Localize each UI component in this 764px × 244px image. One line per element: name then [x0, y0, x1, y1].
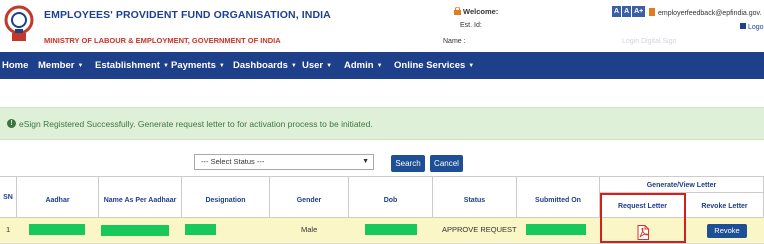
font-normal-button[interactable]: A: [622, 6, 632, 17]
col-header-sn: SN: [0, 176, 17, 218]
font-increase-button[interactable]: A+: [632, 6, 646, 17]
col-header-dob-label: Dob: [383, 197, 398, 204]
col-header-gender: Gender: [270, 176, 349, 218]
col-header-status: Status: [433, 176, 517, 218]
welcome-text: Welcome:: [463, 7, 499, 16]
caret-down-icon: ▼: [77, 63, 84, 69]
redacted-submitted-on: [526, 224, 586, 235]
revoke-button[interactable]: Revoke: [707, 224, 747, 238]
org-title: EMPLOYEES' PROVIDENT FUND ORGANISATION, …: [44, 9, 331, 21]
col-header-revoke-letter-label: Revoke Letter: [701, 203, 748, 210]
epfo-logo: [4, 5, 34, 41]
col-header-submitted-on-label: Submitted On: [535, 197, 581, 204]
caret-down-icon: ▼: [468, 63, 475, 69]
caret-down-icon: ▼: [376, 63, 383, 69]
mail-icon: [649, 8, 655, 16]
nav-home[interactable]: Home: [2, 60, 28, 71]
row-status: APPROVE REQUEST: [442, 225, 517, 234]
nav-online-services-label[interactable]: Online Services: [394, 60, 465, 71]
nav-member-label[interactable]: Member: [38, 60, 74, 71]
redacted-designation: [185, 224, 216, 235]
col-header-name-label: Name As Per Aadhaar: [103, 197, 177, 204]
col-header-designation-label: Designation: [205, 197, 246, 204]
logout-link[interactable]: Logo: [740, 23, 764, 31]
font-decrease-button[interactable]: A: [612, 6, 622, 17]
caret-down-icon: ▼: [290, 63, 297, 69]
feedback-email[interactable]: employerfeedback@epfindia.gov.: [649, 8, 761, 17]
col-header-aadhar: Aadhar: [17, 176, 99, 218]
ministry-label: MINISTRY OF LABOUR & EMPLOYMENT, GOVERNM…: [44, 36, 281, 45]
cancel-button[interactable]: Cancel: [430, 155, 463, 172]
row-sn: 1: [6, 225, 11, 234]
status-select[interactable]: --- Select Status --- ▼: [194, 154, 374, 170]
feedback-email-text[interactable]: employerfeedback@epfindia.gov.: [658, 10, 761, 17]
col-header-designation: Designation: [182, 176, 270, 218]
col-header-revoke-letter: Revoke Letter: [686, 193, 764, 218]
info-icon: !: [7, 119, 16, 128]
nav-establishment[interactable]: Establishment ▼: [95, 60, 169, 71]
nav-dashboards-label[interactable]: Dashboards: [233, 60, 288, 71]
alert-message: eSign Registered Successfully. Generate …: [19, 119, 373, 129]
col-header-status-label: Status: [463, 197, 486, 204]
nav-dashboards[interactable]: Dashboards ▼: [233, 60, 297, 71]
col-header-sn-label: SN: [3, 194, 13, 201]
nav-online-services[interactable]: Online Services ▼: [394, 60, 474, 71]
nav-user[interactable]: User ▼: [302, 60, 332, 71]
col-header-name: Name As Per Aadhaar: [99, 176, 182, 218]
col-header-group: Generate/View Letter: [600, 176, 764, 193]
row-gender: Male: [301, 225, 318, 234]
nav-admin-label[interactable]: Admin: [344, 60, 374, 71]
caret-down-icon: ▼: [326, 63, 333, 69]
col-header-group-label: Generate/View Letter: [646, 182, 717, 189]
est-id-label: Est. Id:: [460, 22, 482, 29]
redacted-name: [101, 225, 169, 236]
nav-member[interactable]: Member ▼: [38, 60, 83, 71]
success-alert: ! eSign Registered Successfully. Generat…: [0, 107, 764, 140]
caret-down-icon: ▼: [162, 63, 169, 69]
col-header-gender-label: Gender: [296, 197, 322, 204]
main-nav: Home Member ▼ Establishment ▼ Payments ▼ Da…: [0, 52, 764, 79]
caret-down-icon: ▼: [218, 63, 225, 69]
search-button[interactable]: Search: [391, 155, 425, 172]
pdf-icon[interactable]: [637, 225, 649, 240]
nav-admin[interactable]: Admin ▼: [344, 60, 383, 71]
font-size-buttons: A A A+: [612, 6, 646, 17]
nav-establishment-label[interactable]: Establishment: [95, 60, 160, 71]
nav-payments-label[interactable]: Payments: [171, 60, 216, 71]
redacted-dob: [365, 224, 417, 235]
redacted-aadhar: [29, 224, 85, 235]
site-header: EMPLOYEES' PROVIDENT FUND ORGANISATION, …: [0, 0, 764, 52]
nav-user-label[interactable]: User: [302, 60, 323, 71]
logout-icon: [740, 23, 746, 29]
col-header-aadhar-label: Aadhar: [45, 197, 70, 204]
chevron-down-icon: ▼: [362, 158, 369, 165]
col-header-dob: Dob: [349, 176, 433, 218]
lock-icon: [454, 7, 461, 15]
nav-home-label[interactable]: Home: [2, 60, 28, 71]
status-select-value: --- Select Status ---: [201, 157, 265, 166]
welcome-label: Welcome:: [454, 7, 498, 16]
faded-label: Login Digital Sign: [622, 38, 677, 45]
nav-payments[interactable]: Payments ▼: [171, 60, 225, 71]
name-label: Name :: [443, 38, 466, 45]
logout-text[interactable]: Logo: [748, 24, 764, 31]
col-header-submitted-on: Submitted On: [517, 176, 600, 218]
